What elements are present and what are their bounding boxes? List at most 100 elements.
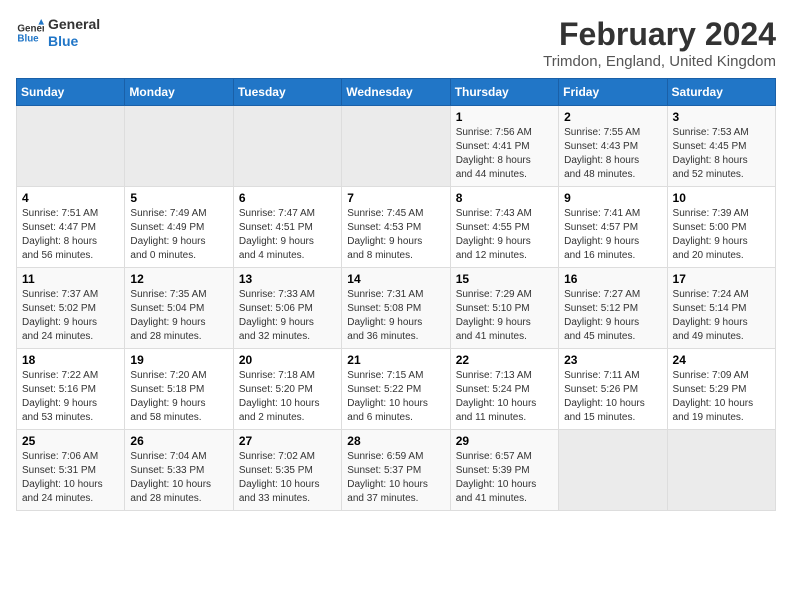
header-day-tuesday: Tuesday xyxy=(233,79,341,106)
calendar-cell: 6 Sunrise: 7:47 AM Sunset: 4:51 PM Daylig… xyxy=(233,187,341,268)
calendar-cell: 17 Sunrise: 7:24 AM Sunset: 5:14 PM Dayli… xyxy=(667,268,775,349)
calendar-cell xyxy=(233,106,341,187)
calendar-cell: 5 Sunrise: 7:49 AM Sunset: 4:49 PM Daylig… xyxy=(125,187,233,268)
calendar-cell: 4 Sunrise: 7:51 AM Sunset: 4:47 PM Daylig… xyxy=(17,187,125,268)
day-info: Sunrise: 7:56 AM Sunset: 4:41 PM Dayligh… xyxy=(456,126,553,182)
day-number: 16 xyxy=(564,272,661,286)
day-info: Sunrise: 7:55 AM Sunset: 4:43 PM Dayligh… xyxy=(564,126,661,182)
day-number: 13 xyxy=(239,272,336,286)
calendar-cell: 21 Sunrise: 7:15 AM Sunset: 5:22 PM Dayli… xyxy=(342,349,450,430)
calendar-cell: 14 Sunrise: 7:31 AM Sunset: 5:08 PM Dayli… xyxy=(342,268,450,349)
day-number: 6 xyxy=(239,191,336,205)
logo-text-line1: General xyxy=(48,16,100,33)
day-number: 9 xyxy=(564,191,661,205)
day-info: Sunrise: 7:29 AM Sunset: 5:10 PM Dayligh… xyxy=(456,288,553,344)
day-info: Sunrise: 7:47 AM Sunset: 4:51 PM Dayligh… xyxy=(239,207,336,263)
calendar-cell xyxy=(125,106,233,187)
calendar-cell: 9 Sunrise: 7:41 AM Sunset: 4:57 PM Daylig… xyxy=(559,187,667,268)
header-day-monday: Monday xyxy=(125,79,233,106)
calendar-week-4: 18 Sunrise: 7:22 AM Sunset: 5:16 PM Dayli… xyxy=(17,349,776,430)
day-number: 7 xyxy=(347,191,444,205)
logo-icon: General Blue xyxy=(16,19,44,47)
calendar-week-1: 1 Sunrise: 7:56 AM Sunset: 4:41 PM Daylig… xyxy=(17,106,776,187)
svg-text:Blue: Blue xyxy=(17,33,39,44)
day-number: 3 xyxy=(673,110,770,124)
header-day-friday: Friday xyxy=(559,79,667,106)
calendar-cell: 8Sunrise: 7:43 AM Sunset: 4:55 PM Daylig… xyxy=(450,187,558,268)
day-info: Sunrise: 7:22 AM Sunset: 5:16 PM Dayligh… xyxy=(22,369,119,425)
title-area: February 2024 Trimdon, England, United K… xyxy=(543,16,776,70)
day-info: Sunrise: 7:51 AM Sunset: 4:47 PM Dayligh… xyxy=(22,207,119,263)
calendar-cell: 24Sunrise: 7:09 AM Sunset: 5:29 PM Dayli… xyxy=(667,349,775,430)
calendar-cell xyxy=(17,106,125,187)
day-number: 17 xyxy=(673,272,770,286)
day-info: Sunrise: 7:15 AM Sunset: 5:22 PM Dayligh… xyxy=(347,369,444,425)
day-info: Sunrise: 7:41 AM Sunset: 4:57 PM Dayligh… xyxy=(564,207,661,263)
calendar-cell xyxy=(667,430,775,511)
calendar-cell: 10Sunrise: 7:39 AM Sunset: 5:00 PM Dayli… xyxy=(667,187,775,268)
day-info: Sunrise: 7:11 AM Sunset: 5:26 PM Dayligh… xyxy=(564,369,661,425)
day-info: Sunrise: 7:53 AM Sunset: 4:45 PM Dayligh… xyxy=(673,126,770,182)
day-number: 5 xyxy=(130,191,227,205)
day-info: Sunrise: 7:43 AM Sunset: 4:55 PM Dayligh… xyxy=(456,207,553,263)
day-number: 18 xyxy=(22,353,119,367)
day-number: 1 xyxy=(456,110,553,124)
header-day-wednesday: Wednesday xyxy=(342,79,450,106)
day-info: Sunrise: 6:57 AM Sunset: 5:39 PM Dayligh… xyxy=(456,450,553,506)
day-info: Sunrise: 6:59 AM Sunset: 5:37 PM Dayligh… xyxy=(347,450,444,506)
day-info: Sunrise: 7:37 AM Sunset: 5:02 PM Dayligh… xyxy=(22,288,119,344)
calendar-cell: 11 Sunrise: 7:37 AM Sunset: 5:02 PM Dayli… xyxy=(17,268,125,349)
day-number: 15 xyxy=(456,272,553,286)
calendar-cell: 12Sunrise: 7:35 AM Sunset: 5:04 PM Dayli… xyxy=(125,268,233,349)
day-number: 2 xyxy=(564,110,661,124)
day-info: Sunrise: 7:27 AM Sunset: 5:12 PM Dayligh… xyxy=(564,288,661,344)
calendar-header-row: SundayMondayTuesdayWednesdayThursdayFrid… xyxy=(17,79,776,106)
calendar-cell: 29 Sunrise: 6:57 AM Sunset: 5:39 PM Dayli… xyxy=(450,430,558,511)
calendar-cell: 2 Sunrise: 7:55 AM Sunset: 4:43 PM Daylig… xyxy=(559,106,667,187)
day-number: 14 xyxy=(347,272,444,286)
day-info: Sunrise: 7:02 AM Sunset: 5:35 PM Dayligh… xyxy=(239,450,336,506)
day-number: 25 xyxy=(22,434,119,448)
calendar-cell: 7 Sunrise: 7:45 AM Sunset: 4:53 PM Daylig… xyxy=(342,187,450,268)
calendar-week-5: 25 Sunrise: 7:06 AM Sunset: 5:31 PM Dayli… xyxy=(17,430,776,511)
calendar-cell: 23 Sunrise: 7:11 AM Sunset: 5:26 PM Dayli… xyxy=(559,349,667,430)
logo: General Blue General Blue xyxy=(16,16,100,50)
calendar-cell: 25 Sunrise: 7:06 AM Sunset: 5:31 PM Dayli… xyxy=(17,430,125,511)
calendar-cell: 3 Sunrise: 7:53 AM Sunset: 4:45 PM Daylig… xyxy=(667,106,775,187)
day-info: Sunrise: 7:13 AM Sunset: 5:24 PM Dayligh… xyxy=(456,369,553,425)
location-title: Trimdon, England, United Kingdom xyxy=(543,53,776,70)
calendar-cell: 13Sunrise: 7:33 AM Sunset: 5:06 PM Dayli… xyxy=(233,268,341,349)
month-title: February 2024 xyxy=(543,16,776,53)
day-number: 19 xyxy=(130,353,227,367)
calendar-cell: 19 Sunrise: 7:20 AM Sunset: 5:18 PM Dayli… xyxy=(125,349,233,430)
day-info: Sunrise: 7:06 AM Sunset: 5:31 PM Dayligh… xyxy=(22,450,119,506)
day-number: 21 xyxy=(347,353,444,367)
header-day-sunday: Sunday xyxy=(17,79,125,106)
day-info: Sunrise: 7:49 AM Sunset: 4:49 PM Dayligh… xyxy=(130,207,227,263)
day-number: 23 xyxy=(564,353,661,367)
header-day-saturday: Saturday xyxy=(667,79,775,106)
day-number: 27 xyxy=(239,434,336,448)
calendar-cell: 20Sunrise: 7:18 AM Sunset: 5:20 PM Dayli… xyxy=(233,349,341,430)
calendar-cell: 15 Sunrise: 7:29 AM Sunset: 5:10 PM Dayli… xyxy=(450,268,558,349)
day-number: 12 xyxy=(130,272,227,286)
calendar-cell xyxy=(342,106,450,187)
day-number: 4 xyxy=(22,191,119,205)
day-number: 11 xyxy=(22,272,119,286)
day-number: 29 xyxy=(456,434,553,448)
calendar-cell: 28Sunrise: 6:59 AM Sunset: 5:37 PM Dayli… xyxy=(342,430,450,511)
day-info: Sunrise: 7:45 AM Sunset: 4:53 PM Dayligh… xyxy=(347,207,444,263)
calendar-cell: 27 Sunrise: 7:02 AM Sunset: 5:35 PM Dayli… xyxy=(233,430,341,511)
day-info: Sunrise: 7:24 AM Sunset: 5:14 PM Dayligh… xyxy=(673,288,770,344)
day-info: Sunrise: 7:31 AM Sunset: 5:08 PM Dayligh… xyxy=(347,288,444,344)
day-info: Sunrise: 7:04 AM Sunset: 5:33 PM Dayligh… xyxy=(130,450,227,506)
calendar-cell: 1 Sunrise: 7:56 AM Sunset: 4:41 PM Daylig… xyxy=(450,106,558,187)
day-info: Sunrise: 7:18 AM Sunset: 5:20 PM Dayligh… xyxy=(239,369,336,425)
calendar-table: SundayMondayTuesdayWednesdayThursdayFrid… xyxy=(16,78,776,511)
calendar-cell: 16 Sunrise: 7:27 AM Sunset: 5:12 PM Dayli… xyxy=(559,268,667,349)
calendar-cell: 26Sunrise: 7:04 AM Sunset: 5:33 PM Dayli… xyxy=(125,430,233,511)
day-info: Sunrise: 7:20 AM Sunset: 5:18 PM Dayligh… xyxy=(130,369,227,425)
calendar-week-2: 4 Sunrise: 7:51 AM Sunset: 4:47 PM Daylig… xyxy=(17,187,776,268)
day-number: 22 xyxy=(456,353,553,367)
header-day-thursday: Thursday xyxy=(450,79,558,106)
